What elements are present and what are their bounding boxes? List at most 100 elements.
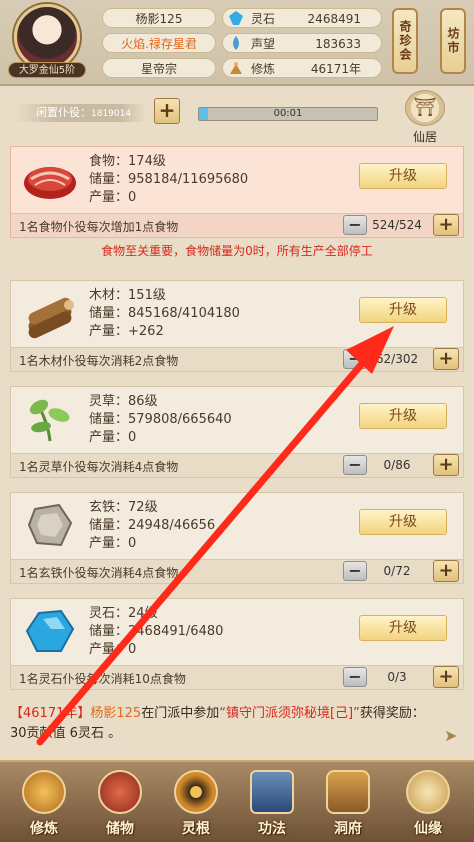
storage-bag-icon (98, 770, 142, 814)
assign-servant-button[interactable]: + (433, 348, 459, 370)
card-level: 24级 (128, 606, 158, 621)
player-info: 杨影125 火焰.禄存星君 星帝宗 (102, 8, 216, 83)
idle-servant-label: 闲置仆役：1819014 (16, 104, 146, 122)
resource-panel: 灵石 2468491 声望 183633 修炼 46171年 (222, 8, 382, 83)
resource-card-iron: 玄铁：72级 储量：24948/46656 产量：0 升级 1名玄铁仆役每次消耗… (10, 492, 464, 584)
bottom-nav: 修炼 储物 灵根 功法 洞府 仙缘 (0, 760, 474, 842)
resource-cultivation: 修炼 46171年 (222, 58, 382, 78)
servant-count: 0/72 (383, 564, 411, 578)
resource-label: 灵石 (251, 12, 276, 26)
remove-servant-button[interactable]: − (343, 215, 367, 235)
card-level: 72级 (128, 500, 158, 515)
food-warning: 食物至关重要，食物储量为0时，所有生产全部停工 (101, 244, 373, 258)
card-storage: 579808/665640 (128, 412, 232, 427)
resource-card-food: 食物：174级 储量：958184/11695680 产量：0 升级 1名食物仆… (10, 146, 464, 238)
nav-label: 灵根 (182, 821, 210, 837)
card-name: 灵石 (89, 606, 116, 621)
nav-label: 功法 (258, 821, 286, 837)
resource-spirit-stone: 灵石 2468491 (222, 8, 382, 28)
assign-servant-button[interactable]: + (433, 666, 459, 688)
log-expand-icon[interactable]: ➤ (444, 726, 464, 746)
cultivation-icon (230, 62, 242, 74)
herb-icon (29, 399, 70, 442)
assign-servant-button[interactable]: + (433, 454, 459, 476)
upgrade-button[interactable]: 升级 (359, 615, 447, 641)
resource-prestige: 声望 183633 (222, 33, 382, 53)
player-sect[interactable]: 星帝宗 (102, 58, 216, 78)
player-title[interactable]: 火焰.禄存星君 (102, 33, 216, 53)
card-level: 174级 (128, 154, 166, 169)
servant-count: 0/3 (387, 670, 407, 684)
xianju-label: 仙居 (412, 130, 437, 144)
card-output: +262 (128, 324, 164, 339)
cultivation-icon (22, 770, 66, 814)
log-year: 【46171年】 (10, 706, 91, 721)
resource-card-herb: 灵草：86级 储量：579808/665640 产量：0 升级 1名灵草仆役每次… (10, 386, 464, 478)
servant-count: 524/524 (372, 218, 422, 232)
crystal-icon (25, 609, 75, 652)
remove-servant-button[interactable]: − (343, 667, 367, 687)
resource-value: 2468491 (307, 12, 361, 26)
card-level: 151级 (128, 288, 166, 303)
player-avatar[interactable]: 大罗金仙5阶 (8, 4, 86, 82)
servant-timer-bar: 00:01 (198, 107, 378, 121)
upgrade-button[interactable]: 升级 (359, 163, 447, 189)
upgrade-button[interactable]: 升级 (359, 509, 447, 535)
card-footer-text: 1名木材仆役每次消耗2点食物 (19, 354, 179, 368)
card-storage: 958184/11695680 (128, 172, 249, 187)
nav-label: 储物 (106, 821, 134, 837)
card-output: 0 (128, 190, 137, 205)
assign-servant-button[interactable]: + (433, 214, 459, 236)
card-storage: 845168/4104180 (128, 306, 240, 321)
resource-card-wood: 木材：151级 储量：845168/4104180 产量：+262 升级 1名木… (10, 280, 464, 372)
card-footer-text: 1名食物仆役每次增加1点食物 (19, 220, 179, 234)
card-name: 食物 (89, 154, 116, 169)
nav-cultivation[interactable]: 修炼 (12, 770, 76, 842)
resource-value: 183633 (315, 37, 361, 51)
timer-text: 00:01 (273, 108, 303, 119)
prestige-icon (233, 36, 239, 50)
card-storage: 24948/46656 (128, 518, 216, 533)
upgrade-button[interactable]: 升级 (359, 297, 447, 323)
idle-servant-text: 闲置仆役 (36, 106, 80, 119)
technique-book-icon (250, 770, 294, 814)
nav-cave-mansion[interactable]: 洞府 (316, 770, 380, 842)
card-output: 0 (128, 536, 137, 551)
spirit-stone-icon (229, 11, 243, 25)
nav-spirit-root[interactable]: 灵根 (164, 770, 228, 842)
treasure-fair-button[interactable]: 奇珍会 (392, 8, 418, 74)
rank-badge: 大罗金仙5阶 (8, 62, 86, 78)
timer-fill (199, 108, 208, 120)
immortal-fate-icon (406, 770, 450, 814)
upgrade-button[interactable]: 升级 (359, 403, 447, 429)
card-output: 0 (128, 642, 137, 657)
card-name: 灵草 (89, 394, 116, 409)
remove-servant-button[interactable]: − (343, 455, 367, 475)
nav-immortal-fate[interactable]: 仙缘 (396, 770, 460, 842)
resource-label: 声望 (251, 37, 276, 51)
idle-servant-count: 1819014 (91, 109, 132, 119)
nav-label: 仙缘 (414, 821, 442, 837)
market-button[interactable]: 坊市 (440, 8, 466, 74)
add-servant-button[interactable]: + (154, 98, 180, 124)
player-name: 杨影125 (102, 8, 216, 28)
remove-servant-button[interactable]: − (343, 349, 367, 369)
nav-technique[interactable]: 功法 (240, 770, 304, 842)
wood-icon (28, 297, 74, 339)
cave-mansion-icon (326, 770, 370, 814)
assign-servant-button[interactable]: + (433, 560, 459, 582)
card-footer-text: 1名灵草仆役每次消耗4点食物 (19, 460, 179, 474)
event-log: 【46171年】杨影125在门派中参加“镇守门派须弥秘境[己]”获得奖励：30贡… (10, 704, 440, 744)
log-text: 在门派中参加 (141, 706, 220, 721)
card-footer-text: 1名玄铁仆役每次消耗4点食物 (19, 566, 179, 580)
resource-value: 46171年 (310, 62, 361, 76)
remove-servant-button[interactable]: − (343, 561, 367, 581)
card-output: 0 (128, 430, 137, 445)
xianju-button[interactable]: ⛩ 仙居 (396, 90, 454, 146)
nav-storage[interactable]: 储物 (88, 770, 152, 842)
avatar[interactable] (14, 4, 80, 70)
top-header: 大罗金仙5阶 杨影125 火焰.禄存星君 星帝宗 灵石 2468491 声望 1… (0, 0, 474, 86)
meat-icon (24, 167, 76, 199)
log-event: “镇守门派须弥秘境[己]” (219, 706, 360, 721)
nav-label: 洞府 (334, 821, 362, 837)
